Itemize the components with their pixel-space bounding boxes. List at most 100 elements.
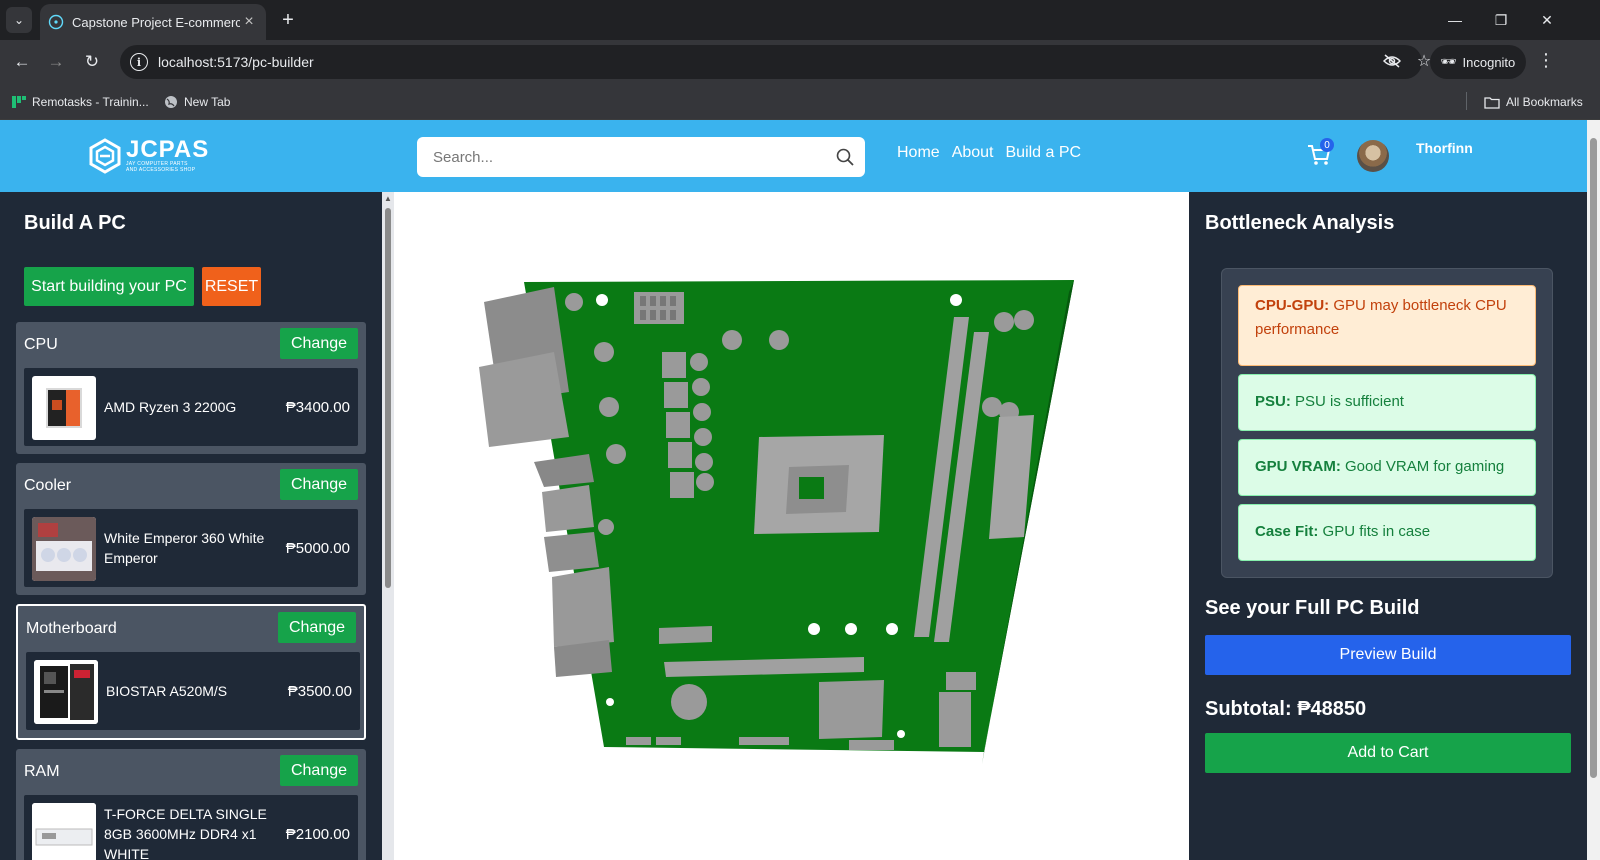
component-category: Motherboard	[26, 620, 117, 637]
bookmark-new-tab[interactable]: New Tab	[164, 90, 230, 114]
start-building-button[interactable]: Start building your PC	[24, 267, 194, 306]
ram-product-image	[32, 803, 96, 860]
component-card-motherboard: Motherboard Change BIOSTAR A520M/S ₱3500…	[16, 604, 366, 740]
component-price: ₱3500.00	[287, 682, 352, 700]
logo-tagline: JAY COMPUTER PARTS AND ACCESSORIES SHOP	[126, 161, 196, 173]
cooler-product-image	[32, 517, 96, 581]
change-cpu-button[interactable]: Change	[280, 328, 358, 359]
browser-toolbar: ← → ↻ i localhost:5173/pc-builder ☆ 🕶 In…	[0, 40, 1600, 84]
tab-title: Capstone Project E-commerce	[72, 14, 240, 30]
builder-panel: Build A PC Start building your PC RESET …	[0, 192, 382, 860]
component-price: ₱3400.00	[285, 398, 350, 416]
nav-about-link[interactable]: About	[952, 144, 994, 162]
analysis-title: Bottleneck Analysis	[1205, 212, 1395, 234]
cpu-product-image	[32, 376, 96, 440]
avatar[interactable]	[1357, 140, 1389, 172]
minimize-button[interactable]: —	[1432, 0, 1478, 40]
motherboard-product-image	[34, 660, 98, 724]
nav-home-link[interactable]: Home	[897, 144, 940, 162]
scroll-up-arrow-icon[interactable]: ▲	[384, 194, 392, 203]
eye-off-icon[interactable]	[1380, 49, 1404, 73]
globe-icon	[165, 96, 177, 108]
reset-button[interactable]: RESET	[202, 267, 261, 306]
note-text: Good VRAM for gaming	[1345, 458, 1505, 475]
full-build-heading: See your Full PC Build	[1205, 597, 1420, 619]
page-scrollbar-thumb[interactable]	[1590, 138, 1597, 778]
component-name: AMD Ryzen 3 2200G	[104, 399, 237, 415]
incognito-badge[interactable]: 🕶 Incognito	[1430, 45, 1526, 79]
favicon-icon	[48, 14, 64, 30]
forward-icon[interactable]: →	[44, 50, 68, 74]
scrollbar-thumb[interactable]	[385, 208, 391, 588]
url-text: localhost:5173/pc-builder	[158, 54, 314, 70]
browser-tabbar: ⌄ Capstone Project E-commerce × + — ❐ ✕	[0, 0, 1600, 40]
tab-search-button[interactable]: ⌄	[6, 7, 32, 33]
address-bar[interactable]: i localhost:5173/pc-builder	[120, 45, 1422, 79]
close-window-button[interactable]: ✕	[1524, 0, 1570, 40]
reload-icon[interactable]: ↻	[80, 50, 104, 74]
back-icon[interactable]: ←	[10, 50, 34, 74]
add-to-cart-button[interactable]: Add to Cart	[1205, 733, 1571, 773]
component-price: ₱5000.00	[285, 539, 350, 557]
bookmark-label: New Tab	[184, 95, 231, 109]
folder-icon	[1484, 96, 1500, 109]
bookmark-remotasks[interactable]: Remotasks - Trainin...	[12, 90, 149, 114]
note-case-fit: Case Fit: GPU fits in case	[1238, 504, 1536, 561]
tab-close-icon[interactable]: ×	[240, 13, 258, 31]
all-bookmarks-button[interactable]: All Bookmarks	[1484, 90, 1583, 114]
component-category: RAM	[24, 763, 60, 780]
note-cpu-gpu: CPU-GPU: GPU may bottleneck CPU performa…	[1238, 285, 1536, 366]
nav-build-pc-link[interactable]: Build a PC	[1006, 144, 1082, 162]
cart-count-badge: 0	[1320, 138, 1334, 152]
component-name: T-FORCE DELTA SINGLE 8GB 3600MHz DDR4 x1…	[104, 806, 267, 860]
component-name: BIOSTAR A520M/S	[106, 683, 228, 699]
site-info-icon[interactable]: i	[130, 53, 148, 71]
bookmarks-divider	[1466, 92, 1467, 110]
builder-title: Build A PC	[24, 212, 126, 234]
main-nav: Home About Build a PC	[897, 144, 1081, 162]
change-ram-button[interactable]: Change	[280, 755, 358, 786]
component-item: AMD Ryzen 3 2200G ₱3400.00	[24, 368, 358, 446]
restore-button[interactable]: ❐	[1478, 0, 1524, 40]
note-text: GPU fits in case	[1322, 523, 1431, 540]
change-cooler-button[interactable]: Change	[280, 469, 358, 500]
note-text: PSU is sufficient	[1295, 393, 1404, 410]
change-motherboard-button[interactable]: Change	[278, 612, 356, 643]
note-label: GPU VRAM:	[1255, 458, 1341, 475]
search-bar	[417, 137, 865, 177]
remotasks-icon	[12, 96, 26, 108]
logo-wordmark: JCPAS	[126, 136, 210, 163]
browser-menu-icon[interactable]: ⋮	[1536, 50, 1556, 74]
site-logo[interactable]: JCPAS JAY COMPUTER PARTS AND ACCESSORIES…	[88, 136, 209, 176]
analysis-box: CPU-GPU: GPU may bottleneck CPU performa…	[1221, 268, 1553, 578]
search-icon[interactable]	[825, 148, 865, 166]
incognito-label: Incognito	[1462, 54, 1516, 70]
note-label: Case Fit:	[1255, 523, 1319, 540]
preview-build-button[interactable]: Preview Build	[1205, 635, 1571, 675]
page-scrollbar[interactable]	[1587, 120, 1600, 860]
component-category: CPU	[24, 336, 58, 353]
page: JCPAS JAY COMPUTER PARTS AND ACCESSORIES…	[0, 120, 1600, 860]
subtotal: Subtotal: ₱48850	[1205, 698, 1367, 720]
search-input[interactable]	[417, 137, 825, 177]
site-header: JCPAS JAY COMPUTER PARTS AND ACCESSORIES…	[0, 120, 1600, 192]
logo-icon	[89, 138, 121, 174]
3d-model-viewer[interactable]	[394, 192, 1189, 860]
component-item: BIOSTAR A520M/S ₱3500.00	[26, 652, 360, 730]
component-card-ram: RAM Change T-FORCE DELTA SINGLE 8GB 3600…	[16, 749, 366, 860]
note-psu: PSU: PSU is sufficient	[1238, 374, 1536, 431]
cart-button[interactable]: 0	[1306, 138, 1334, 170]
note-gpu-vram: GPU VRAM: Good VRAM for gaming	[1238, 439, 1536, 496]
motherboard-3d-model[interactable]	[394, 192, 1189, 860]
username[interactable]: Thorfinn	[1416, 140, 1473, 156]
component-price: ₱2100.00	[285, 825, 350, 843]
component-category: Cooler	[24, 477, 72, 494]
builder-scrollbar[interactable]: ▲	[382, 192, 394, 860]
new-tab-button[interactable]: +	[276, 8, 300, 32]
component-name: White Emperor 360 White Emperor	[104, 530, 265, 566]
browser-tab[interactable]: Capstone Project E-commerce ×	[40, 4, 266, 40]
bookmarks-bar: Remotasks - Trainin... New Tab All Bookm…	[0, 84, 1600, 120]
incognito-icon: 🕶	[1440, 54, 1457, 69]
component-item: White Emperor 360 White Emperor ₱5000.00	[24, 509, 358, 587]
component-card-cooler: Cooler Change White Emperor 360 White Em…	[16, 463, 366, 595]
